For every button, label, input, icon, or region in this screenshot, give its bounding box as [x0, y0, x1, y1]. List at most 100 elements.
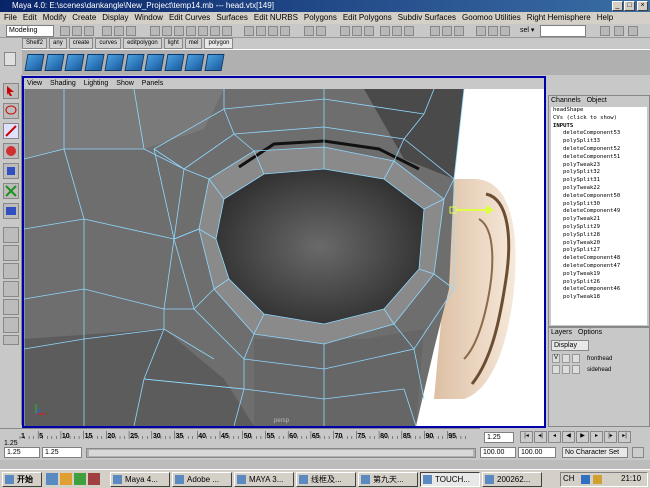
quick-select-field[interactable] [540, 25, 586, 37]
select-by-hierarchy-icon[interactable] [102, 26, 112, 36]
layout-side-icon[interactable] [3, 263, 19, 279]
menu-right-hemisphere[interactable]: Right Hemisphere [527, 12, 591, 24]
new-scene-icon[interactable] [60, 26, 70, 36]
channels-tab[interactable]: Channels [551, 96, 581, 106]
options-tab[interactable]: Options [578, 329, 602, 336]
manipulator-tool-icon[interactable] [3, 183, 19, 199]
maximize-button[interactable]: □ [624, 1, 635, 11]
menu-window[interactable]: Window [135, 12, 163, 24]
poly-tool-icon-4[interactable] [84, 54, 105, 71]
go-start-icon[interactable]: |◂ [520, 431, 533, 443]
time-ruler[interactable]: 1 5 10 15 20 25 30 35 40 45 50 55 60 65 70 75 80 85 90 951.… [0, 429, 480, 447]
tool-icon-a[interactable] [380, 26, 390, 36]
time-slider[interactable]: 1 5 10 15 20 25 30 35 40 45 50 55 60 65 70 75 80 85 90 95 1.… [0, 428, 480, 447]
layout-single-icon[interactable] [3, 227, 19, 243]
menu-set-dropdown[interactable]: Modeling [6, 25, 54, 37]
input-node[interactable]: polyTweak22 [553, 185, 647, 193]
taskbar-button[interactable]: TOUCH... [420, 472, 480, 487]
layout-top-icon[interactable] [3, 281, 19, 297]
poly-tool-icon-5[interactable] [104, 54, 125, 71]
tool-icon-b[interactable] [392, 26, 402, 36]
layer-row[interactable]: Vfronthead [551, 354, 647, 364]
playback-start-field[interactable]: 1.25 [42, 447, 82, 458]
range-slider-handle[interactable] [89, 450, 473, 456]
layers-tab[interactable]: Layers [551, 329, 572, 336]
step-back-key-icon[interactable]: ◂| [534, 431, 547, 443]
shelf-tab-polygon[interactable]: polygon [204, 38, 234, 49]
input-node[interactable]: polySplit29 [553, 224, 647, 232]
snap-curve-icon[interactable] [256, 26, 266, 36]
menu-polygons[interactable]: Polygons [304, 12, 337, 24]
step-back-icon[interactable]: ◂ [548, 431, 561, 443]
mask-icon-4[interactable] [186, 26, 196, 36]
shape-node[interactable]: headShape [553, 107, 647, 115]
menu-edit-nurbs[interactable]: Edit NURBS [254, 12, 298, 24]
lasso-tool-icon[interactable] [3, 103, 19, 119]
taskbar-button[interactable]: 200262... [482, 472, 542, 487]
layer-visibility-toggle[interactable] [552, 365, 560, 374]
step-forward-icon[interactable]: ▸ [590, 431, 603, 443]
viewport-menu-shading[interactable]: Shading [50, 78, 76, 89]
tool-icon-i[interactable] [500, 26, 510, 36]
command-line[interactable] [0, 460, 650, 469]
open-scene-icon[interactable] [72, 26, 82, 36]
mask-icon-5[interactable] [198, 26, 208, 36]
layer-row[interactable]: sidehead [551, 365, 647, 375]
scale-tool-icon[interactable] [3, 163, 19, 179]
tool-icon-c[interactable] [404, 26, 414, 36]
layer-name[interactable]: fronthead [587, 354, 612, 364]
menu-help[interactable]: Help [597, 12, 613, 24]
input-node[interactable]: polySplit27 [553, 247, 647, 255]
tool-icon-g[interactable] [476, 26, 486, 36]
taskbar-button[interactable]: Adobe ... [172, 472, 232, 487]
shelf-menu-button[interactable] [4, 52, 16, 66]
start-time-field[interactable]: 1.25 [4, 447, 40, 458]
last-tool-icon[interactable] [3, 203, 19, 219]
input-node[interactable]: deleteComponent46 [553, 286, 647, 294]
viewport-menu-panels[interactable]: Panels [142, 78, 163, 89]
menu-goomoo-utilities[interactable]: Goomoo Utilities [462, 12, 521, 24]
taskbar-button[interactable]: 线框及... [296, 472, 356, 487]
save-scene-icon[interactable] [84, 26, 94, 36]
input-node[interactable]: polyTweak18 [553, 294, 647, 302]
close-button[interactable]: × [637, 1, 648, 11]
viewport-menu-view[interactable]: View [27, 78, 42, 89]
input-node[interactable]: deleteComponent51 [553, 154, 647, 162]
input-node[interactable]: deleteComponent47 [553, 263, 647, 271]
end-time-field[interactable]: 100.00 [518, 447, 556, 458]
input-node[interactable]: polyTweak21 [553, 216, 647, 224]
input-node[interactable]: deleteComponent52 [553, 146, 647, 154]
layer-name[interactable]: sidehead [587, 365, 611, 375]
go-end-icon[interactable]: ▸| [618, 431, 631, 443]
layer-visibility-toggle[interactable]: V [552, 354, 560, 363]
input-node[interactable]: polySplit28 [553, 232, 647, 240]
layer-template-toggle[interactable] [562, 354, 570, 363]
menu-edit-curves[interactable]: Edit Curves [169, 12, 210, 24]
hypershade-icon[interactable] [364, 26, 374, 36]
prefs-icon[interactable] [632, 447, 644, 458]
shelf-tab-curves[interactable]: curves [95, 38, 122, 49]
input-node[interactable]: polySplit30 [553, 201, 647, 209]
viewport-persp[interactable]: View Shading Lighting Show Panels persp [22, 76, 546, 428]
show-toolsettings-icon[interactable] [628, 26, 638, 36]
snap-view-icon[interactable] [280, 26, 290, 36]
layout-menu-icon[interactable] [3, 335, 19, 345]
minimize-button[interactable]: _ [612, 1, 623, 11]
mask-icon-2[interactable] [162, 26, 172, 36]
mask-icon-6[interactable] [210, 26, 220, 36]
layer-color-swatch[interactable] [572, 354, 580, 363]
tool-icon-h[interactable] [488, 26, 498, 36]
poly-tool-icon-8[interactable] [164, 54, 185, 71]
rotate-tool-icon[interactable] [3, 143, 19, 159]
poly-tool-icon-2[interactable] [44, 54, 65, 71]
input-node[interactable]: deleteComponent53 [553, 130, 647, 138]
menu-create[interactable]: Create [72, 12, 96, 24]
input-node[interactable]: polyTweak20 [553, 240, 647, 248]
menu-modify[interactable]: Modify [43, 12, 67, 24]
input-node[interactable]: polyTweak19 [553, 271, 647, 279]
layer-color-swatch[interactable] [572, 365, 580, 374]
shelf-tab-light[interactable]: light [163, 38, 183, 49]
layer-template-toggle[interactable] [562, 365, 570, 374]
input-node[interactable]: polySplit31 [553, 177, 647, 185]
mask-icon-7[interactable] [222, 26, 232, 36]
